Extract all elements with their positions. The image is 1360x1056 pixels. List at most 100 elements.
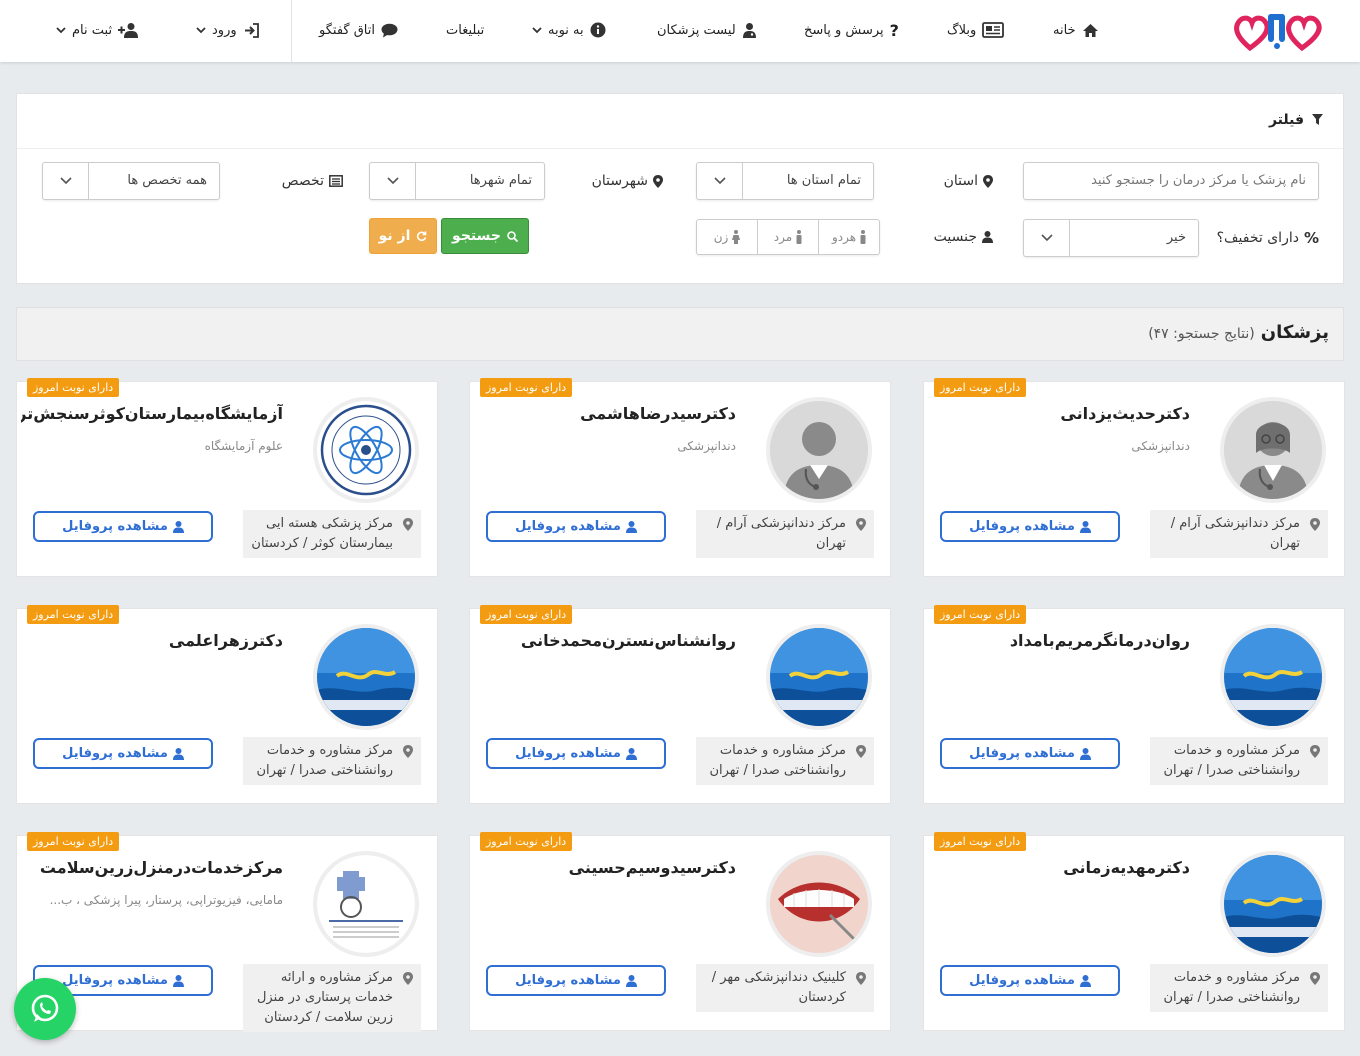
search-placeholder: نام پزشک یا مرکز درمان را جستجو کنید: [1091, 173, 1306, 188]
nav-chat-room[interactable]: اتاق گفتگو: [319, 18, 398, 42]
male-doctor-avatar: [770, 401, 868, 499]
today-appointment-badge: دارای نوبت امروز: [480, 378, 573, 397]
results-title: پزشکان: [1260, 322, 1329, 343]
doctor-name[interactable]: دکترزهراعلمی: [169, 631, 283, 650]
nav-booking-label: به نوبه: [548, 22, 584, 38]
view-profile-button[interactable]: مشاهده پروفایل: [486, 738, 666, 769]
filter-panel: فیلتر نام پزشک یا مرکز درمان را جستجو کن…: [16, 93, 1344, 284]
doctor-specialty: دندانپزشکی: [1131, 439, 1190, 453]
nav-ads-label: تبلیغات: [446, 22, 485, 38]
view-profile-button[interactable]: مشاهده پروفایل: [940, 511, 1120, 542]
view-profile-button[interactable]: مشاهده پروفایل: [33, 738, 213, 769]
sadra-logo: [317, 628, 415, 726]
nav-blog-label: وبلاگ: [947, 22, 977, 38]
view-profile-label: مشاهده پروفایل: [62, 519, 168, 534]
home-icon: [1082, 23, 1098, 37]
filter-toggle[interactable]: فیلتر: [1269, 112, 1323, 128]
view-profile-label: مشاهده پروفایل: [515, 746, 621, 761]
view-profile-button[interactable]: مشاهده پروفایل: [940, 965, 1120, 996]
chevron-down-icon: [56, 26, 66, 33]
today-appointment-badge: دارای نوبت امروز: [934, 605, 1027, 624]
nav-blog[interactable]: وبلاگ: [947, 18, 1005, 42]
user-plus-icon: [118, 23, 139, 38]
view-profile-button[interactable]: مشاهده پروفایل: [486, 965, 666, 996]
doctor-avatar[interactable]: [1220, 851, 1326, 957]
nav-login-dropdown[interactable]: ورود: [196, 18, 260, 42]
gender-option-female[interactable]: زن: [697, 220, 757, 254]
discount-select[interactable]: خیر: [1023, 219, 1199, 257]
specialty-select[interactable]: همه تخصص ها: [42, 162, 220, 200]
clinic-location-text: مرکز دندانپزشکی آرام / تهران: [1170, 516, 1300, 551]
user-md-icon: [742, 23, 756, 38]
doctor-avatar[interactable]: [313, 851, 419, 957]
doctor-name[interactable]: دکترحدیث‌یزدانی: [1060, 404, 1190, 423]
results-heading: پزشکان (نتایج جستجو: ۴۷): [1148, 322, 1329, 343]
user-md-icon: [625, 747, 637, 760]
gender-option-label: هردو: [831, 230, 857, 244]
doctor-search-input[interactable]: نام پزشک یا مرکز درمان را جستجو کنید: [1023, 162, 1319, 200]
doctor-card: دارای نوبت امروز دکترحدیث‌یزدانی دندانپزش…: [923, 378, 1345, 577]
heart-logo-icon[interactable]: [1232, 8, 1322, 54]
today-appointment-badge: دارای نوبت امروز: [480, 605, 573, 624]
doctor-avatar[interactable]: [313, 397, 419, 503]
clinic-location: مرکز دندانپزشکی آرام / تهران: [1150, 510, 1328, 558]
doctor-card: دارای نوبت امروز روان‌درمانگرمریم‌بامداد…: [923, 605, 1345, 804]
male-icon: [860, 230, 866, 244]
city-select[interactable]: تمام شهرها: [369, 162, 545, 200]
clinic-location: مرکز مشاوره و خدمات روانشناختی صدرا / ته…: [243, 737, 421, 785]
filter-title: فیلتر: [1268, 112, 1304, 128]
nav-qa[interactable]: ? پرسش و پاسخ: [804, 18, 899, 42]
province-select[interactable]: تمام استان ها: [696, 162, 874, 200]
female-doctor-avatar: [1224, 401, 1322, 499]
gender-option-both[interactable]: هردو: [818, 220, 879, 254]
doctor-name[interactable]: آزمایشگاه‌بیمارستان‌کوثرسنجش‌تراکم‌استخو…: [21, 404, 283, 423]
reset-button[interactable]: از نو: [369, 218, 437, 254]
doctor-avatar[interactable]: [1220, 397, 1326, 503]
view-profile-label: مشاهده پروفایل: [62, 973, 168, 988]
doctor-avatar[interactable]: [1220, 624, 1326, 730]
search-button[interactable]: جستجو: [441, 218, 529, 254]
view-profile-button[interactable]: مشاهده پروفایل: [33, 511, 213, 542]
doctor-name[interactable]: دکترمهدیه‌زمانی: [1063, 858, 1190, 877]
view-profile-button[interactable]: مشاهده پروفایل: [940, 738, 1120, 769]
whatsapp-chat-button[interactable]: [14, 978, 76, 1040]
doctor-avatar[interactable]: [313, 624, 419, 730]
nav-ads[interactable]: تبلیغات: [446, 18, 484, 42]
province-select-value: تمام استان ها: [786, 173, 861, 188]
doctor-name[interactable]: دکترسیدرضاهاشمی: [580, 404, 736, 423]
user-md-icon: [172, 747, 184, 760]
map-marker-icon: [403, 972, 413, 985]
doctor-card: دارای نوبت امروز دکترمهدیه‌زمانی مرکز مشا…: [923, 832, 1345, 1031]
nav-doctors-list[interactable]: لیست پزشکان: [657, 18, 757, 42]
doctor-card: دارای نوبت امروز دکترسیدوسیم‌حسینی کلینیک…: [469, 832, 891, 1031]
whatsapp-icon: [31, 994, 59, 1022]
gender-toggle-group: هردو مرد زن: [696, 219, 880, 255]
today-appointment-badge: دارای نوبت امروز: [27, 605, 120, 624]
sadra-logo: [1224, 855, 1322, 953]
city-label-text: شهرستان: [591, 173, 648, 189]
teeth-photo: [770, 855, 868, 953]
discount-label: % دارای تخفیف؟: [1217, 229, 1319, 247]
specialty-label-text: تخصص: [281, 173, 324, 189]
doctor-avatar[interactable]: [766, 397, 872, 503]
doctor-name[interactable]: روانشناس‌نسترن‌محمدخانی: [521, 631, 736, 650]
gender-option-label: مرد: [773, 230, 793, 244]
doctor-avatar[interactable]: [766, 624, 872, 730]
sadra-logo: [770, 628, 868, 726]
nav-home[interactable]: خانه: [1053, 18, 1099, 42]
nav-booking-dropdown[interactable]: به نوبه: [532, 18, 606, 42]
doctor-name[interactable]: مرکزخدمات‌درمنزل‌زرین‌سلامت: [40, 858, 283, 877]
search-button-label: جستجو: [452, 228, 501, 244]
view-profile-label: مشاهده پروفایل: [969, 519, 1075, 534]
gender-option-male[interactable]: مرد: [757, 220, 818, 254]
user-md-icon: [1079, 747, 1091, 760]
question-icon: ?: [889, 20, 899, 40]
doctor-name[interactable]: روان‌درمانگرمریم‌بامداد: [1010, 631, 1190, 650]
doctor-avatar[interactable]: [766, 851, 872, 957]
nav-register-dropdown[interactable]: ثبت نام: [56, 18, 140, 42]
map-marker-icon: [1310, 745, 1320, 758]
comment-icon: [381, 23, 398, 37]
today-appointment-badge: دارای نوبت امروز: [480, 832, 573, 851]
view-profile-button[interactable]: مشاهده پروفایل: [486, 511, 666, 542]
doctor-name[interactable]: دکترسیدوسیم‌حسینی: [569, 858, 736, 877]
